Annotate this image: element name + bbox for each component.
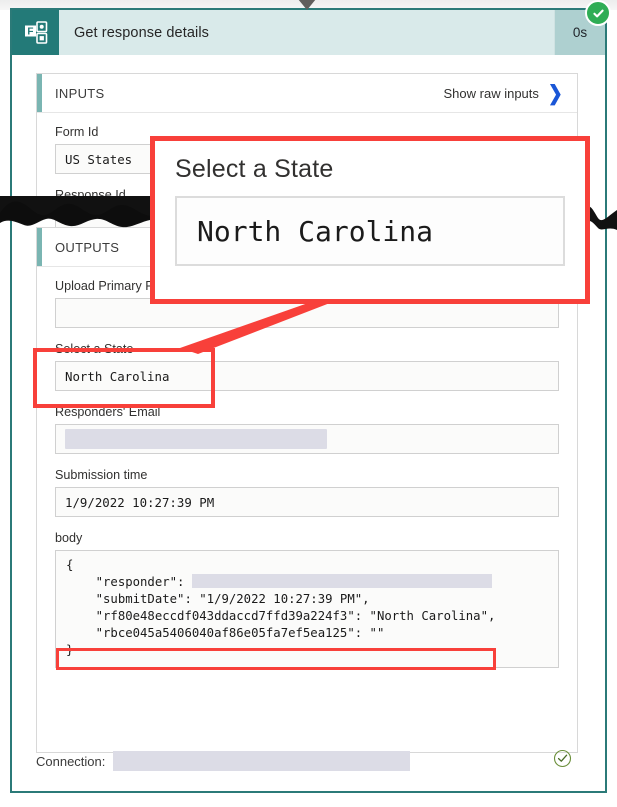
show-raw-inputs-label: Show raw inputs bbox=[443, 85, 539, 101]
inputs-panel-header[interactable]: INPUTS Show raw inputs ❯ bbox=[37, 74, 577, 113]
success-check-icon bbox=[585, 0, 611, 26]
json-line: { bbox=[66, 558, 74, 572]
connection-redaction-block bbox=[113, 751, 411, 771]
outputs-accent-bar bbox=[37, 228, 42, 266]
redaction-block bbox=[191, 574, 492, 588]
inputs-panel-title: INPUTS bbox=[55, 85, 105, 101]
microsoft-forms-icon: F bbox=[12, 10, 59, 55]
magnified-callout: Select a State North Carolina bbox=[150, 136, 590, 304]
field-value-responders-email[interactable] bbox=[55, 424, 559, 454]
callout-connector bbox=[180, 296, 348, 354]
field-label: Submission time bbox=[55, 468, 148, 482]
chevron-right-icon: ❯ bbox=[547, 81, 563, 105]
screenshot-root: F Get response details 0s INPUTS Show ra… bbox=[0, 0, 617, 807]
card-header[interactable]: F Get response details 0s bbox=[12, 0, 611, 55]
highlight-select-a-state-field bbox=[33, 348, 215, 408]
connection-label: Connection: bbox=[36, 753, 106, 769]
field-value-submission-time[interactable]: 1/9/2022 10:27:39 PM bbox=[55, 487, 559, 517]
highlight-json-state-line bbox=[56, 648, 496, 670]
check-circle-outline-icon bbox=[553, 749, 572, 773]
body-label: body bbox=[55, 531, 83, 545]
arrow-down-icon bbox=[298, 0, 316, 10]
card-title: Get response details bbox=[74, 24, 209, 41]
json-line: "submitDate": "1/9/2022 10:27:39 PM", bbox=[66, 592, 370, 606]
connection-row: Connection: bbox=[36, 749, 578, 773]
field-submission-time: Submission time 1/9/2022 10:27:39 PM bbox=[55, 468, 559, 517]
svg-text:F: F bbox=[27, 26, 33, 37]
show-raw-inputs-link[interactable]: Show raw inputs ❯ bbox=[443, 81, 577, 105]
outputs-panel-title: OUTPUTS bbox=[55, 239, 120, 255]
json-line: "rbce045a5406040af86e05fa7ef5ea125": "" bbox=[66, 626, 385, 640]
callout-field-value: North Carolina bbox=[175, 196, 565, 266]
json-line: "responder": bbox=[66, 575, 192, 589]
field-responders-email: Responders' Email bbox=[55, 405, 559, 454]
redaction-block bbox=[65, 429, 327, 449]
json-line: "rf80e48eccdf043ddaccd7ffd39a224f3": "No… bbox=[66, 609, 496, 623]
callout-field-label: Select a State bbox=[175, 155, 334, 183]
inputs-accent-bar bbox=[37, 74, 42, 112]
